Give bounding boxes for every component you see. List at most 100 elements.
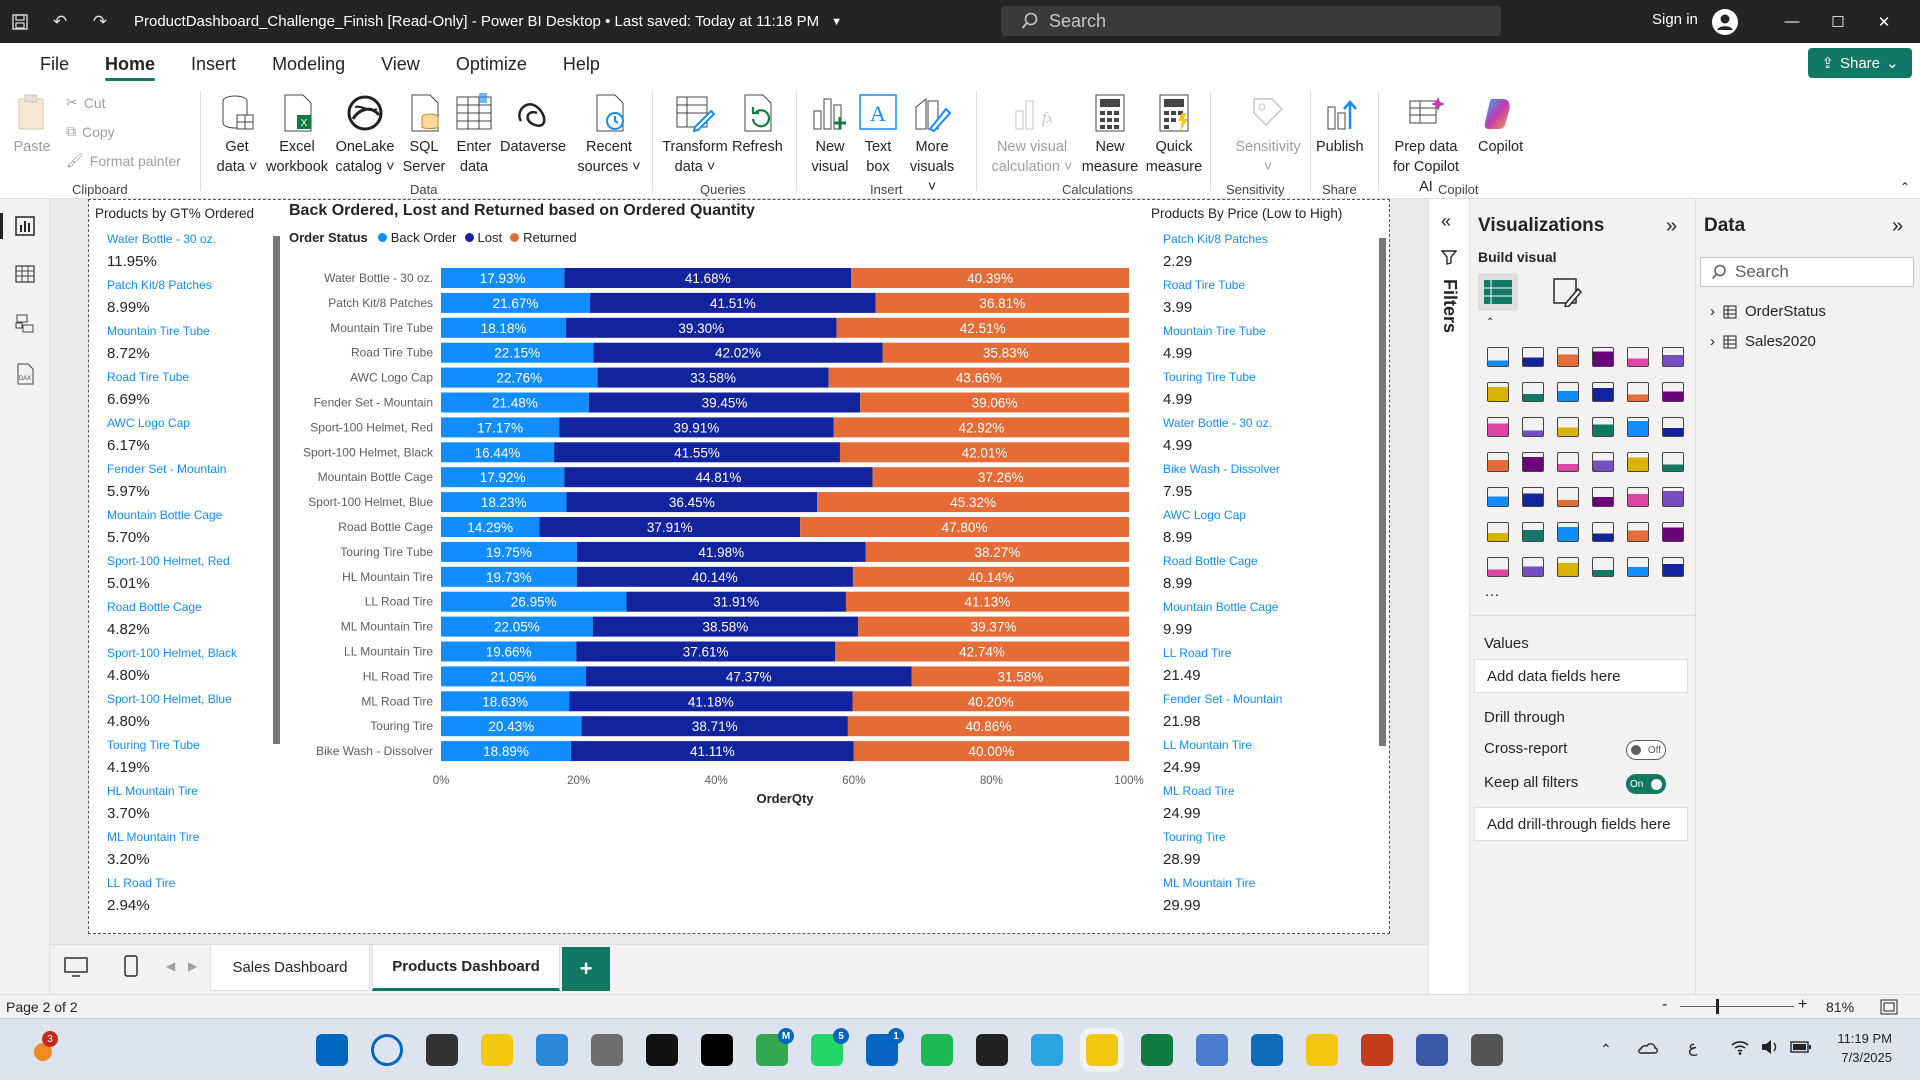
mobile-layout-icon[interactable] <box>124 955 138 982</box>
quick-measure-button[interactable]: Quick measure <box>1142 91 1206 177</box>
model-view-icon[interactable] <box>12 311 38 337</box>
share-button[interactable]: ⇪ Share ⌄ <box>1808 48 1912 78</box>
paste-button[interactable]: Paste <box>12 91 52 157</box>
calculator-icon[interactable] <box>591 1034 623 1066</box>
more-visuals-button[interactable]: More visuals ˅ <box>904 91 960 197</box>
ribbon-visual-icon[interactable] <box>1480 409 1515 444</box>
pie-visual-icon[interactable] <box>1620 409 1655 444</box>
show-hidden-icons[interactable]: ⌃ <box>1600 1041 1612 1058</box>
sign-in-link[interactable]: Sign in <box>1652 11 1698 28</box>
add-page-button[interactable]: + <box>562 947 610 991</box>
publish-button[interactable]: Publish <box>1316 91 1364 157</box>
menu-tab-file[interactable]: File <box>22 43 87 85</box>
gauge-visual-icon[interactable] <box>1620 444 1655 479</box>
key-influencers-visual-icon[interactable] <box>1515 514 1550 549</box>
maximize-button[interactable]: ☐ <box>1815 0 1861 43</box>
collapse-ribbon-icon[interactable]: ⌃ <box>1900 180 1910 194</box>
100-stacked-bar-visual-icon[interactable] <box>1620 339 1655 374</box>
waterfall-visual-icon[interactable] <box>1515 409 1550 444</box>
list-item-name[interactable]: Road Tire Tube <box>1163 276 1323 294</box>
clustered-bar-visual-icon[interactable] <box>1550 339 1585 374</box>
notes-icon[interactable] <box>1416 1034 1448 1066</box>
battery-icon[interactable] <box>1790 1040 1812 1059</box>
list-item[interactable]: Touring Tire Tube 4.99 <box>1163 368 1323 414</box>
format-visual-tab[interactable] <box>1552 277 1583 312</box>
paginated-report-visual-icon[interactable] <box>1480 549 1515 584</box>
goals-visual-icon[interactable] <box>1655 514 1690 549</box>
list-item[interactable]: LL Mountain Tire 24.99 <box>1163 736 1323 782</box>
list-item[interactable]: AWC Logo Cap 8.99 <box>1163 506 1323 552</box>
list-item-name[interactable]: Touring Tire <box>1163 828 1323 846</box>
stacked-column-visual-icon[interactable] <box>1515 339 1550 374</box>
menu-tab-home[interactable]: Home <box>87 43 173 85</box>
table-visual-icon[interactable] <box>1585 479 1620 514</box>
copy-button[interactable]: ⧉ Copy <box>66 123 115 140</box>
legend-label-returned[interactable]: Returned <box>523 230 576 245</box>
cut-button[interactable]: ✂ Cut <box>66 94 106 111</box>
menu-tab-insert[interactable]: Insert <box>173 43 254 85</box>
line-stacked-column-visual-icon[interactable] <box>1620 374 1655 409</box>
list-item-name[interactable]: Touring Tire Tube <box>1163 368 1323 386</box>
whatsapp-icon[interactable]: 5 <box>811 1028 849 1066</box>
desktop-layout-icon[interactable] <box>64 957 88 982</box>
treemap-visual-icon[interactable] <box>1480 444 1515 479</box>
dataverse-button[interactable]: Dataverse <box>500 91 566 157</box>
fit-to-page-icon[interactable] <box>1880 999 1898 1018</box>
list-item[interactable]: Road Tire Tube 3.99 <box>1163 276 1323 322</box>
decomposition-tree-visual-icon[interactable] <box>1550 514 1585 549</box>
refresh-button[interactable]: Refresh <box>732 91 783 157</box>
list-item-name[interactable]: ML Mountain Tire <box>1163 874 1323 892</box>
r-visual-visual-icon[interactable] <box>1655 479 1690 514</box>
get-data-button[interactable]: Get data ˅ <box>212 91 262 177</box>
sensitivity-button[interactable]: Sensitivity ˅ <box>1232 91 1304 177</box>
menu-tab-help[interactable]: Help <box>545 43 618 85</box>
smart-narrative-visual-icon[interactable] <box>1620 514 1655 549</box>
task-view-icon[interactable] <box>426 1034 458 1066</box>
100-stacked-column-visual-icon[interactable] <box>1655 339 1690 374</box>
list-item[interactable]: Mountain Tire Tube 4.99 <box>1163 322 1323 368</box>
onedrive-icon[interactable] <box>1636 1039 1658 1060</box>
list-item[interactable]: Mountain Bottle Cage 9.99 <box>1163 598 1323 644</box>
new-visual-button[interactable]: New visual <box>808 91 852 177</box>
100-area-visual-icon[interactable] <box>1585 374 1620 409</box>
save-icon[interactable] <box>0 0 40 43</box>
list-item-name[interactable]: LL Road Tire <box>1163 644 1323 662</box>
azure-map-visual-icon[interactable] <box>1585 444 1620 479</box>
list-item[interactable]: LL Road Tire 21.49 <box>1163 644 1323 690</box>
previous-page-icon[interactable]: ◀ <box>166 959 175 973</box>
button-slicer-visual-icon[interactable] <box>1550 549 1585 584</box>
list-item-name[interactable]: Bike Wash - Dissolver <box>1163 460 1323 478</box>
data-search-input[interactable]: Search <box>1700 257 1914 287</box>
powerapps-visual-icon[interactable] <box>1585 549 1620 584</box>
zoom-slider-thumb[interactable] <box>1716 999 1719 1014</box>
volume-icon[interactable] <box>1760 1039 1780 1060</box>
zoom-out-button[interactable]: - <box>1662 996 1667 1014</box>
start-icon[interactable] <box>316 1034 348 1066</box>
cross-report-toggle[interactable]: Off <box>1626 740 1666 760</box>
line-clustered-column-visual-icon[interactable] <box>1655 374 1690 409</box>
text-box-button[interactable]: A Text box <box>858 91 898 177</box>
keep-filters-toggle[interactable]: On <box>1626 774 1666 794</box>
filters-pane[interactable]: « Filters <box>1428 199 1470 994</box>
expand-right-icon[interactable]: » <box>1666 215 1677 238</box>
close-button[interactable]: ✕ <box>1861 0 1907 43</box>
power-automate-visual-icon[interactable] <box>1620 549 1655 584</box>
list-item-name[interactable]: Patch Kit/8 Patches <box>1163 230 1323 248</box>
filled-map-visual-icon[interactable] <box>1550 444 1585 479</box>
store-icon[interactable] <box>536 1034 568 1066</box>
folder-icon[interactable] <box>1306 1034 1338 1066</box>
area-visual-icon[interactable] <box>1515 374 1550 409</box>
file-explorer-icon[interactable] <box>481 1034 513 1066</box>
right-slicer-scrollbar[interactable] <box>1379 238 1386 746</box>
list-item[interactable]: Water Bottle - 30 oz. 4.99 <box>1163 414 1323 460</box>
menu-tab-view[interactable]: View <box>363 43 438 85</box>
wifi-icon[interactable] <box>1730 1039 1750 1060</box>
card-new-visual-icon[interactable] <box>1515 549 1550 584</box>
map-visual-icon[interactable] <box>1515 444 1550 479</box>
excel-workbook-button[interactable]: X Excel workbook <box>262 91 332 177</box>
title-search-input[interactable]: Search <box>1001 6 1501 36</box>
tab-products-dashboard[interactable]: Products Dashboard <box>372 945 560 991</box>
list-item[interactable]: Touring Tire 28.99 <box>1163 828 1323 874</box>
matrix-visual-icon[interactable] <box>1620 479 1655 514</box>
table-orderstatus[interactable]: › OrderStatus <box>1710 303 1826 320</box>
